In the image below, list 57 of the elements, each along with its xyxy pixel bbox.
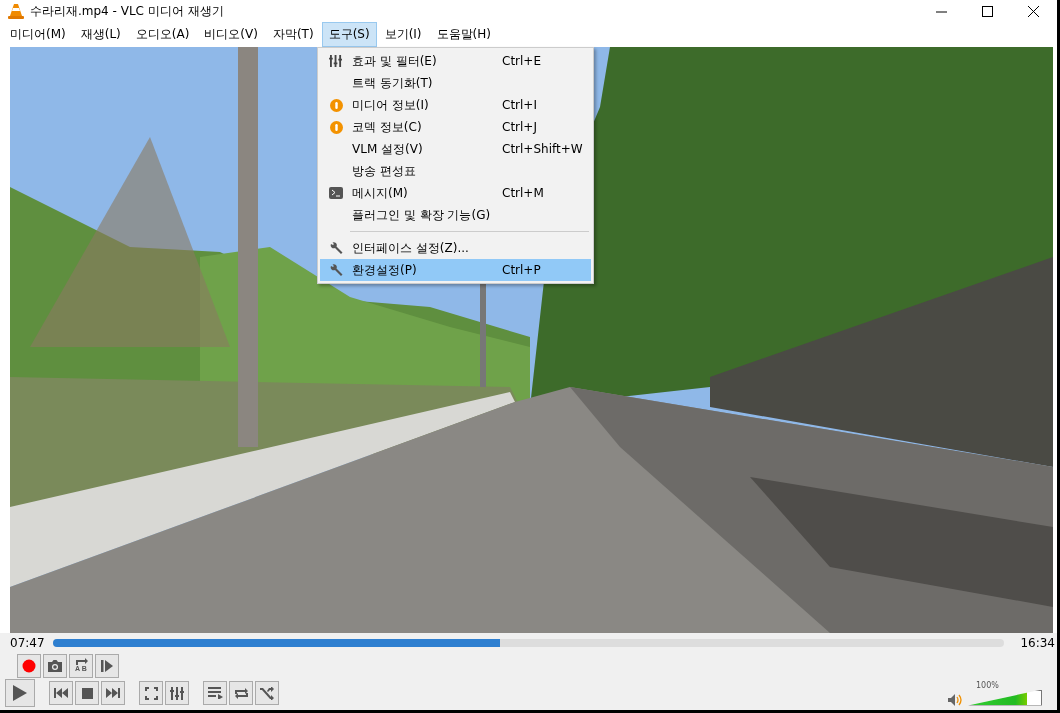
info-icon <box>329 120 343 134</box>
prev-button[interactable] <box>49 681 73 705</box>
repeat-icon <box>233 686 249 700</box>
frame-button[interactable] <box>95 653 119 678</box>
record-button[interactable] <box>17 653 41 678</box>
terminal-icon <box>329 187 343 199</box>
play-icon <box>13 685 27 701</box>
menu-entry[interactable]: 코덱 정보(C) Ctrl+J <box>320 116 591 138</box>
stop-icon <box>81 687 93 699</box>
menu-entry[interactable]: VLM 설정(V) Ctrl+Shift+W <box>320 138 591 160</box>
menu-item[interactable]: 오디오(A) <box>128 22 197 47</box>
menu-item[interactable]: 미디어(M) <box>3 22 73 47</box>
menu-item[interactable]: 보기(I) <box>377 22 429 47</box>
menu-item[interactable]: 도움말(H) <box>429 22 498 47</box>
shuffle-button[interactable] <box>255 681 279 705</box>
wrench-icon <box>329 241 343 255</box>
elapsed-time: 07:47 <box>10 636 45 650</box>
sliders-button[interactable] <box>165 681 189 705</box>
camera-icon <box>47 658 63 673</box>
fullscreen-icon <box>144 686 158 700</box>
menu-entry[interactable]: 효과 및 필터(E) Ctrl+E <box>320 50 591 72</box>
menu-entry[interactable]: 트랙 동기화(T) <box>320 72 591 94</box>
menu-entry[interactable]: 방송 편성표 <box>320 160 591 182</box>
snapshot-button[interactable] <box>43 653 67 678</box>
volume-reading: 100% <box>976 680 999 690</box>
menu-entry[interactable]: 메시지(M) Ctrl+M <box>320 182 591 204</box>
next-icon <box>106 688 120 698</box>
traffic-cone-icon <box>8 3 24 19</box>
stop-button[interactable] <box>75 681 99 705</box>
menu-item[interactable]: 도구(S) <box>321 22 377 47</box>
total-time: 16:34 <box>1020 636 1055 650</box>
window-title: 수라리재.mp4 - VLC 미디어 재생기 <box>30 2 224 20</box>
next-button[interactable] <box>101 681 125 705</box>
play-button[interactable] <box>5 679 35 707</box>
maximize-icon[interactable] <box>982 5 993 17</box>
menu-item[interactable]: 비디오(V) <box>197 22 265 47</box>
sliders-icon <box>329 55 343 67</box>
seek-bar[interactable] <box>52 639 1005 647</box>
previous-icon <box>54 688 68 698</box>
speaker-icon[interactable] <box>948 693 962 706</box>
info-icon <box>329 98 343 112</box>
menu-entry[interactable]: 환경설정(P) Ctrl+P <box>320 259 591 281</box>
record-icon <box>22 658 36 673</box>
close-icon[interactable] <box>1028 5 1039 17</box>
frame-step-icon <box>100 658 114 673</box>
sliders-icon <box>169 686 185 700</box>
fullscreen-button[interactable] <box>139 681 163 705</box>
menu-entry[interactable]: 인터페이스 설정(Z)... <box>320 237 591 259</box>
playlist-button[interactable] <box>203 681 227 705</box>
wrench-icon <box>329 263 343 277</box>
menu-item[interactable]: 자막(T) <box>265 22 321 47</box>
menu-item[interactable]: 재생(L) <box>73 22 128 47</box>
loop-button[interactable] <box>229 681 253 705</box>
playlist-icon <box>207 687 223 699</box>
menu-entry[interactable]: 미디어 정보(I) Ctrl+I <box>320 94 591 116</box>
menu-entry[interactable]: 플러그인 및 확장 기능(G) <box>320 204 591 226</box>
shuffle-icon <box>260 686 274 700</box>
